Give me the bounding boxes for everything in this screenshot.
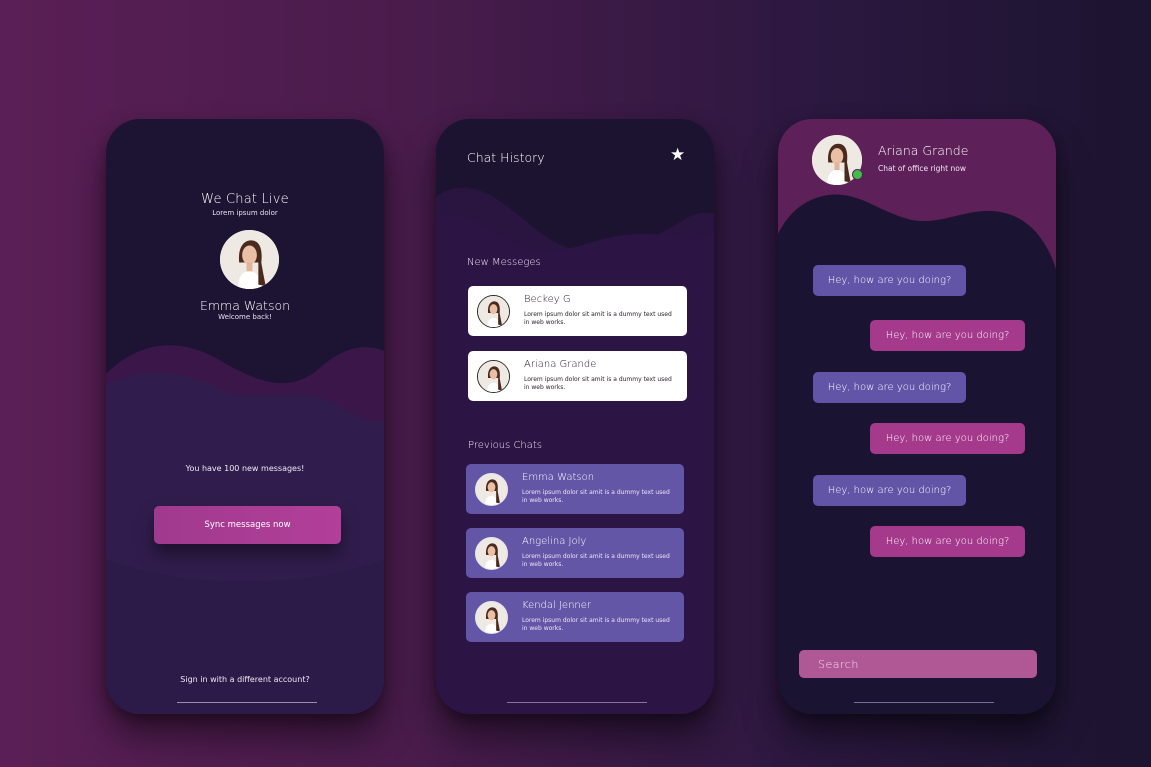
welcome-screen: We Chat Live Lorem ipsum dolor Emma Wats… (106, 119, 384, 714)
contact-name: Ariana Grande (524, 359, 597, 370)
contact-name: Ariana Grande (878, 143, 969, 158)
incoming-message-bubble: Hey, how are you doing? (813, 475, 966, 506)
new-message-card[interactable]: Beckey G Lorem ipsum dolor sit amit is a… (468, 286, 687, 336)
mockup-frame: We Chat Live Lorem ipsum dolor Emma Wats… (6, 6, 1145, 761)
app-subtitle: Lorem ipsum dolor (212, 209, 278, 217)
avatar-portrait-icon (476, 474, 507, 505)
contact-name: Emma Watson (522, 472, 595, 483)
previous-chat-card[interactable]: Emma Watson Lorem ipsum dolor sit amit i… (466, 464, 684, 514)
contact-avatar (475, 601, 508, 634)
search-input[interactable] (799, 650, 1037, 678)
online-status-dot (852, 169, 863, 180)
previous-chat-card[interactable]: Kendal Jenner Lorem ipsum dolor sit amit… (466, 592, 684, 642)
contact-name: Beckey G (524, 294, 571, 305)
home-indicator (854, 702, 994, 703)
chat-screen: Ariana Grande Chat of office right now H… (778, 119, 1056, 714)
avatar-portrait-icon (478, 296, 509, 327)
contact-avatar (477, 360, 510, 393)
new-messages-heading: New Messeges (467, 257, 541, 268)
message-preview: Lorem ipsum dolor sit amit is a dummy te… (522, 553, 670, 568)
incoming-message-bubble: Hey, how are you doing? (813, 265, 966, 296)
contact-avatar (475, 473, 508, 506)
outgoing-message-bubble: Hey, how are you doing? (870, 526, 1025, 557)
previous-chats-heading: Previous Chats (468, 440, 543, 451)
home-indicator (177, 702, 317, 703)
avatar-portrait-icon (478, 361, 509, 392)
user-name: Emma Watson (199, 298, 291, 313)
star-icon[interactable]: ★ (670, 145, 685, 165)
contact-status: Chat of office right now (878, 164, 966, 173)
app-title: We Chat Live (201, 192, 289, 207)
contact-avatar (477, 295, 510, 328)
contact-avatar (475, 537, 508, 570)
message-preview: Lorem ipsum dolor sit amit is a dummy te… (524, 311, 672, 326)
home-indicator (507, 702, 647, 703)
welcome-text: Welcome back! (218, 313, 272, 321)
user-avatar[interactable] (220, 230, 279, 289)
chat-header-background (778, 119, 1056, 714)
outgoing-message-bubble: Hey, how are you doing? (870, 423, 1025, 454)
message-preview: Lorem ipsum dolor sit amit is a dummy te… (524, 376, 672, 391)
previous-chat-card[interactable]: Angelina Joly Lorem ipsum dolor sit amit… (466, 528, 684, 578)
outgoing-message-bubble: Hey, how are you doing? (870, 320, 1025, 351)
contact-name: Kendal Jenner (522, 600, 592, 611)
avatar-portrait-icon (220, 230, 279, 289)
new-messages-notice: You have 100 new messages! (185, 464, 305, 473)
chat-history-screen: Chat History ★ New Messeges Beckey G Lor… (436, 119, 714, 714)
avatar-portrait-icon (476, 602, 507, 633)
incoming-message-bubble: Hey, how are you doing? (813, 372, 966, 403)
message-preview: Lorem ipsum dolor sit amit is a dummy te… (522, 617, 670, 632)
sync-messages-button[interactable]: Sync messages now (154, 506, 341, 544)
contact-name: Angelina Joly (522, 536, 587, 547)
signin-different-account-link[interactable]: Sign in with a different account? (106, 675, 384, 684)
new-message-card[interactable]: Ariana Grande Lorem ipsum dolor sit amit… (468, 351, 687, 401)
message-preview: Lorem ipsum dolor sit amit is a dummy te… (522, 489, 670, 504)
chat-history-title: Chat History (467, 150, 545, 165)
avatar-portrait-icon (476, 538, 507, 569)
